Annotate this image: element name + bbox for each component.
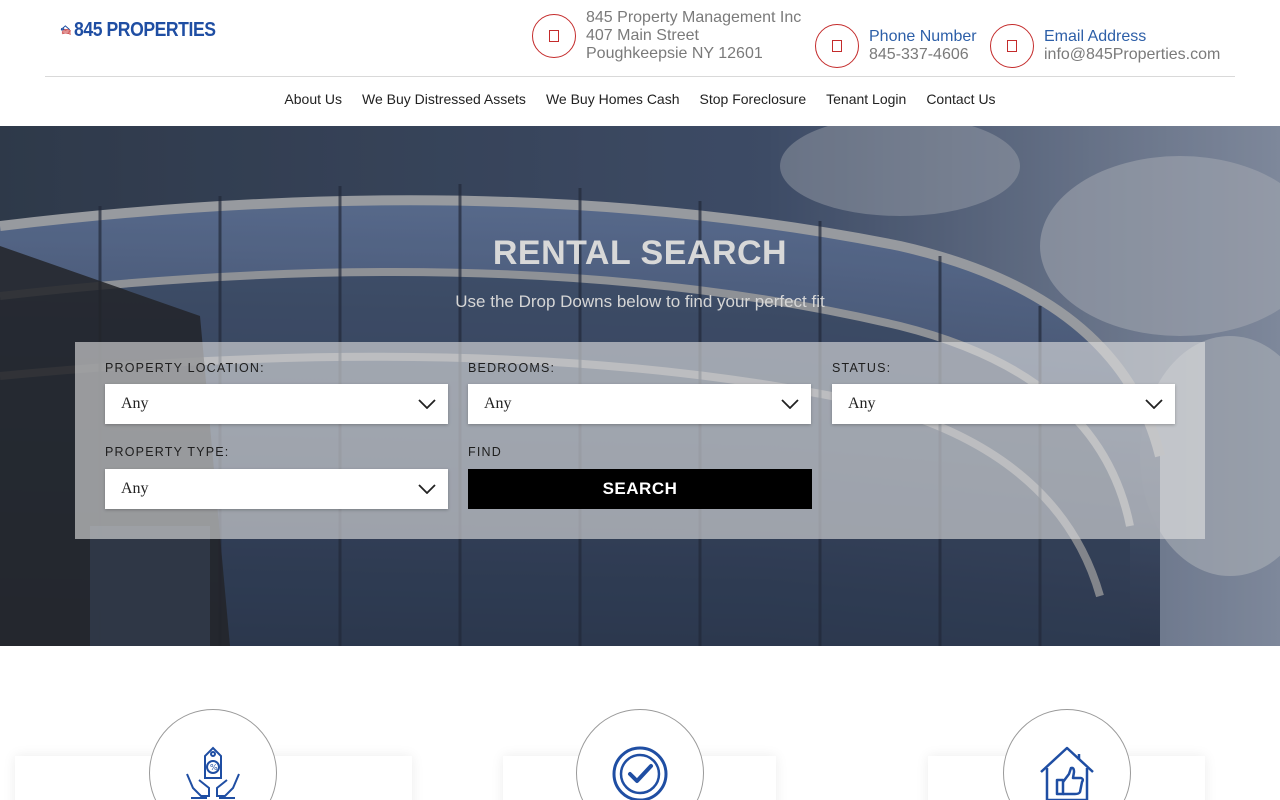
address-line-2: 407 Main Street [586, 27, 699, 44]
address-block: 845 Property Management Inc 407 Main Str… [532, 9, 801, 63]
nav-about-us[interactable]: About Us [284, 88, 342, 112]
hero-title: RENTAL SEARCH [492, 234, 788, 272]
bedrooms-value: Any [484, 395, 512, 412]
email-label: Email Address [1044, 28, 1147, 45]
nav-we-buy-homes-cash[interactable]: We Buy Homes Cash [546, 88, 680, 112]
discount-tag-hands-icon: % [149, 709, 277, 800]
envelope-icon [990, 24, 1034, 68]
property-type-label: PROPERTY TYPE: [105, 445, 230, 459]
phone-label: Phone Number [869, 28, 977, 45]
hero-subtitle: Use the Drop Downs below to find your pe… [455, 292, 825, 311]
phone-number-link[interactable]: 845-337-4606 [869, 46, 977, 64]
find-label: FIND [468, 445, 502, 459]
nav-tenant-login[interactable]: Tenant Login [826, 88, 906, 112]
house-thumbs-up-icon [1003, 709, 1131, 800]
bedrooms-select[interactable]: Any [468, 384, 811, 424]
phone-block[interactable]: Phone Number 845-337-4606 [815, 24, 977, 68]
property-type-select[interactable]: Any [105, 469, 448, 509]
header-divider [45, 76, 1235, 77]
phone-icon [815, 24, 859, 68]
address-line-3: Poughkeepsie NY 12601 [586, 45, 763, 62]
chevron-down-icon [418, 484, 436, 494]
property-location-select[interactable]: Any [105, 384, 448, 424]
status-value: Any [848, 395, 876, 412]
property-type-value: Any [121, 480, 149, 497]
chevron-down-icon [1145, 399, 1163, 409]
main-nav: About Us We Buy Distressed Assets We Buy… [0, 88, 1280, 112]
hero-section: RENTAL SEARCH Use the Drop Downs below t… [0, 126, 1280, 646]
chevron-down-icon [781, 399, 799, 409]
status-select[interactable]: Any [832, 384, 1175, 424]
address-line-1: 845 Property Management Inc [586, 9, 802, 26]
chevron-down-icon [418, 399, 436, 409]
svg-text:%: % [210, 763, 218, 772]
nav-stop-foreclosure[interactable]: Stop Foreclosure [700, 88, 807, 112]
email-address-link[interactable]: info@845Properties.com [1044, 46, 1220, 64]
property-location-value: Any [121, 395, 149, 412]
email-block[interactable]: Email Address info@845Properties.com [990, 24, 1220, 68]
site-header: 845 PROPERTIES 845 Property Management I… [0, 0, 1280, 126]
status-label: STATUS: [832, 361, 892, 375]
bedrooms-label: BEDROOMS: [468, 361, 556, 375]
property-location-label: PROPERTY LOCATION: [105, 361, 265, 375]
nav-contact-us[interactable]: Contact Us [926, 88, 995, 112]
features-section: % [0, 646, 1280, 800]
flag-house-logo-icon [60, 25, 71, 35]
logo-text: 845 PROPERTIES [74, 18, 216, 41]
nav-we-buy-distressed-assets[interactable]: We Buy Distressed Assets [362, 88, 526, 112]
rental-search-form: PROPERTY LOCATION: Any BEDROOMS: Any STA… [75, 342, 1205, 539]
checkmark-circle-icon [576, 709, 704, 800]
logo[interactable]: 845 PROPERTIES [60, 8, 235, 52]
map-marker-icon [532, 14, 576, 58]
search-button[interactable]: SEARCH [468, 469, 812, 509]
